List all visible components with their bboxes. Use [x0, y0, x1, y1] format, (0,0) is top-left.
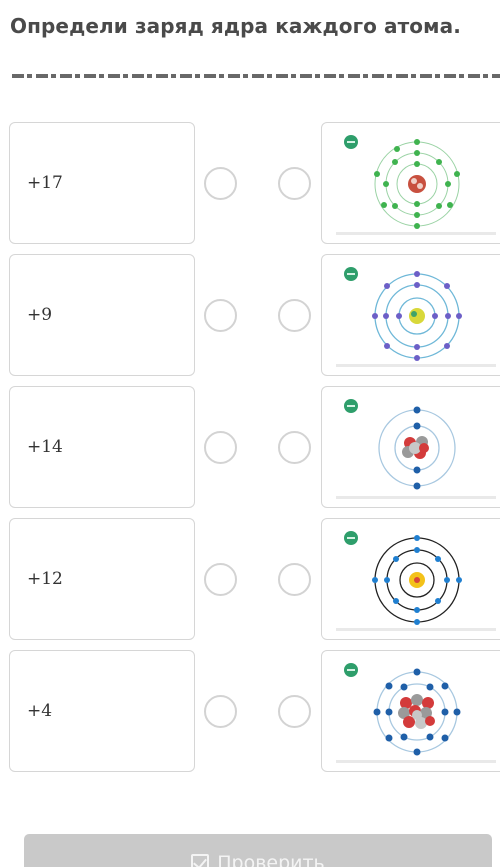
image-caption-bar: [336, 628, 496, 631]
atom-card-fluorine[interactable]: [321, 254, 500, 376]
image-caption-bar: [336, 364, 496, 367]
image-badge-icon: [344, 399, 358, 413]
image-badge-icon: [344, 531, 358, 545]
charge-value: +9: [27, 305, 53, 325]
image-caption-bar: [336, 232, 496, 235]
atom-card-magnesium-like[interactable]: [321, 518, 500, 640]
divider: [12, 74, 500, 78]
atom-diagram-icon: [378, 406, 456, 490]
atom-card-chlorine[interactable]: [321, 122, 500, 244]
match-row: +9: [0, 254, 500, 376]
image-caption-bar: [336, 496, 496, 499]
connector-radio-left[interactable]: [204, 431, 237, 464]
atom-diagram-icon: [374, 139, 460, 229]
connector-radio-left[interactable]: [204, 167, 237, 200]
check-button-label: Проверить: [217, 852, 325, 867]
connector-radio-right[interactable]: [278, 167, 311, 200]
match-row: +12: [0, 518, 500, 640]
check-button[interactable]: Проверить: [24, 834, 492, 867]
connector-radio-right[interactable]: [278, 431, 311, 464]
charge-value: +17: [27, 173, 63, 193]
connector-radio-left[interactable]: [204, 299, 237, 332]
connector-radio-right[interactable]: [278, 299, 311, 332]
image-badge-icon: [344, 663, 358, 677]
checkbox-icon: [191, 854, 210, 867]
atom-card-silicon-like[interactable]: [321, 650, 500, 772]
charge-card[interactable]: +4: [9, 650, 195, 772]
task-title: Определи заряд ядра каждого атома.: [10, 14, 461, 38]
atom-diagram-icon: [372, 271, 462, 361]
charge-card[interactable]: +14: [9, 386, 195, 508]
image-badge-icon: [344, 135, 358, 149]
atom-diagram-icon: [373, 668, 461, 756]
charge-card[interactable]: +9: [9, 254, 195, 376]
connector-radio-right[interactable]: [278, 695, 311, 728]
match-row: +17: [0, 122, 500, 244]
charge-value: +12: [27, 569, 63, 589]
connector-radio-right[interactable]: [278, 563, 311, 596]
image-caption-bar: [336, 760, 496, 763]
charge-value: +4: [27, 701, 53, 721]
connector-radio-left[interactable]: [204, 695, 237, 728]
charge-card[interactable]: +12: [9, 518, 195, 640]
image-badge-icon: [344, 267, 358, 281]
atom-card-beryllium-like[interactable]: [321, 386, 500, 508]
atom-diagram-icon: [372, 535, 462, 625]
connector-radio-left[interactable]: [204, 563, 237, 596]
charge-value: +14: [27, 437, 63, 457]
match-row: +14: [0, 386, 500, 508]
match-row: +4: [0, 650, 500, 772]
charge-card[interactable]: +17: [9, 122, 195, 244]
